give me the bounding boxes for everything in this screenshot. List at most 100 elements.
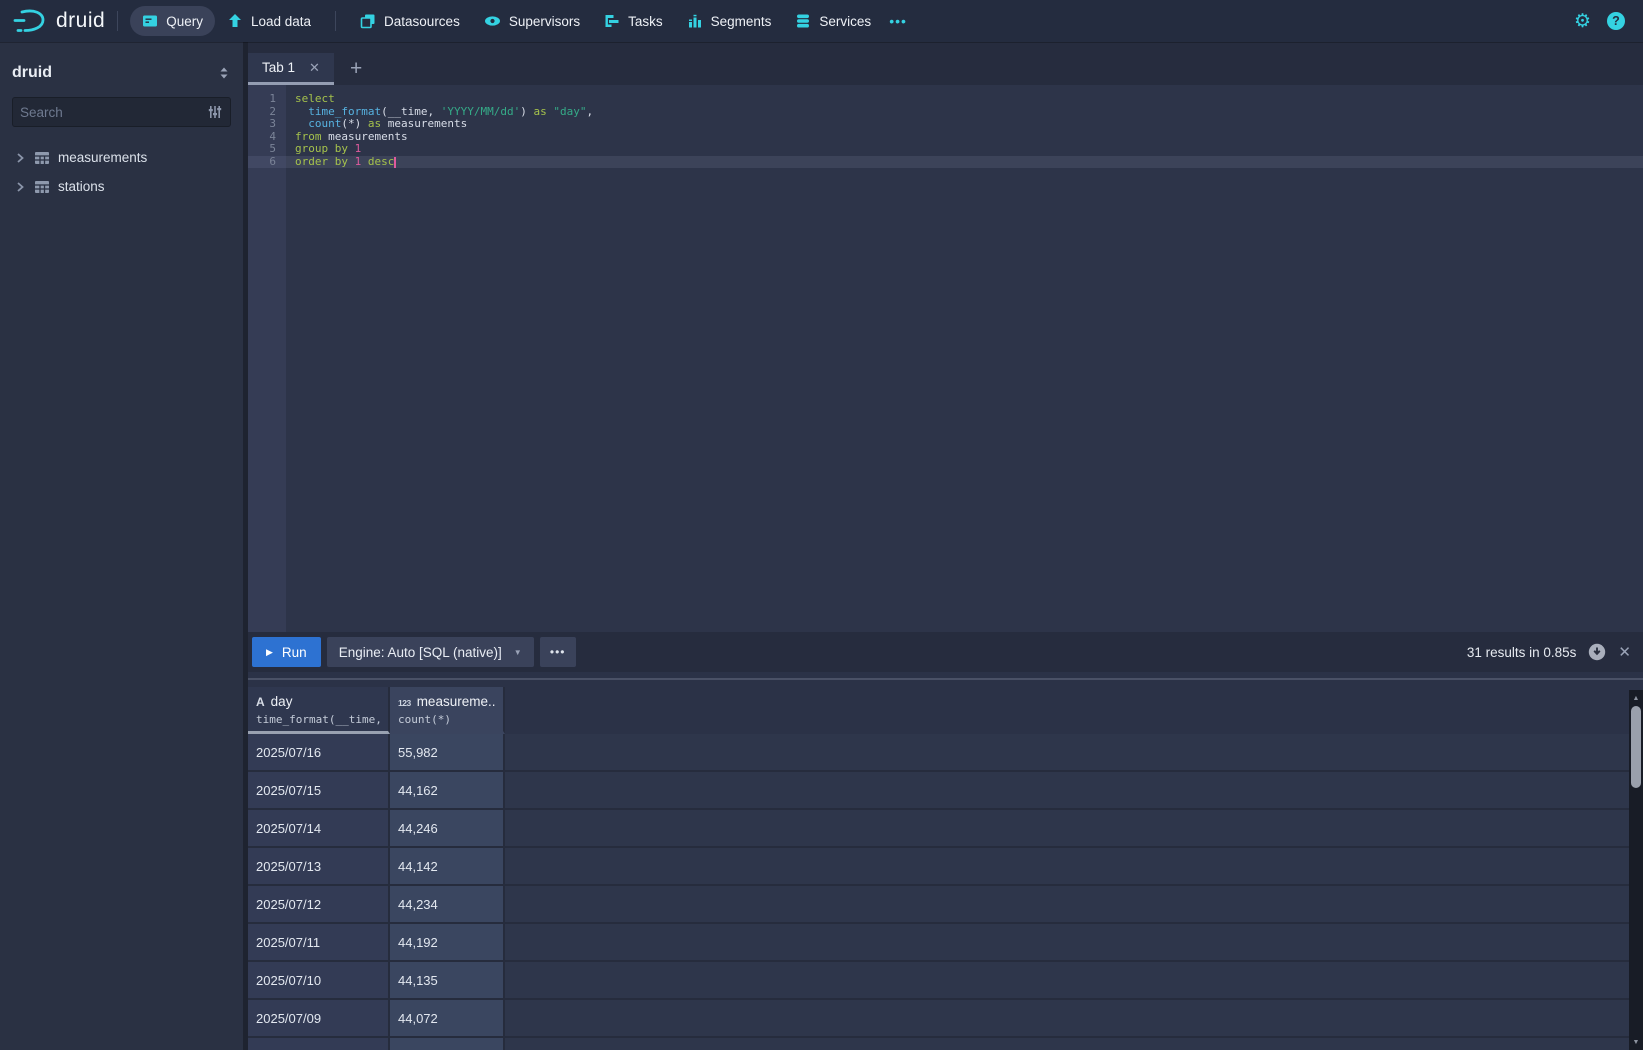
run-button[interactable]: ▶ Run xyxy=(252,637,321,667)
cell-day[interactable]: 2025/07/12 xyxy=(248,886,390,922)
code-line[interactable]: count(*) as measurements xyxy=(286,118,1643,131)
tree-item-label: measurements xyxy=(58,150,147,165)
chevron-right-icon[interactable] xyxy=(14,152,26,164)
cell-measurements xyxy=(390,1038,505,1050)
table-row: 2025/07/1344,142 xyxy=(248,848,1629,886)
search-box xyxy=(12,97,231,127)
nav-item-segments[interactable]: Segments xyxy=(675,6,784,36)
supervisors-icon xyxy=(484,13,501,29)
engine-select-button[interactable]: Engine: Auto [SQL (native)] ▼ xyxy=(327,637,534,667)
run-button-label: Run xyxy=(282,645,307,660)
druid-logo-icon xyxy=(12,6,48,36)
cell-day[interactable]: 2025/07/09 xyxy=(248,1000,390,1036)
table-row: 2025/07/1444,246 xyxy=(248,810,1629,848)
navbar-divider xyxy=(335,11,336,31)
cell-measurements[interactable]: 55,982 xyxy=(390,734,505,770)
datasource-tree: measurements stations xyxy=(12,143,231,201)
line-number: 5 xyxy=(248,143,286,156)
navbar-divider xyxy=(117,11,118,31)
table-icon xyxy=(34,151,50,165)
code-line[interactable]: time_format(__time, 'YYYY/MM/dd') as "da… xyxy=(286,106,1643,119)
results-header-row: A day time_format(__time,… 123 measureme… xyxy=(248,687,1629,734)
scroll-down-icon[interactable]: ▼ xyxy=(1629,1036,1643,1048)
search-input[interactable] xyxy=(20,105,207,120)
new-tab-button[interactable]: + xyxy=(334,53,378,85)
column-header-measurements[interactable]: 123 measureme... count(*) xyxy=(390,687,505,734)
cell-day[interactable]: 2025/07/10 xyxy=(248,962,390,998)
nav-item-label: Supervisors xyxy=(509,14,580,29)
nav-item-load-data[interactable]: Load data xyxy=(215,6,323,36)
results-body: 2025/07/1655,9822025/07/1544,1622025/07/… xyxy=(248,734,1629,1038)
nav-item-label: Load data xyxy=(251,14,311,29)
nav-more-button[interactable]: ••• xyxy=(883,13,913,29)
sidebar-item-stations[interactable]: stations xyxy=(12,172,231,201)
nav-item-label: Tasks xyxy=(628,14,663,29)
column-name: measureme... xyxy=(417,694,495,709)
navbar: druid Query Load data Datasources Superv… xyxy=(0,0,1643,42)
nav-item-tasks[interactable]: Tasks xyxy=(592,6,675,36)
nav-item-supervisors[interactable]: Supervisors xyxy=(472,6,592,36)
content-area: druid xyxy=(0,42,1643,1050)
cell-day[interactable]: 2025/07/16 xyxy=(248,734,390,770)
chevron-right-icon[interactable] xyxy=(14,181,26,193)
table-row: 2025/07/0944,072 xyxy=(248,1000,1629,1038)
cell-measurements[interactable]: 44,135 xyxy=(390,962,505,998)
cell-measurements[interactable]: 44,162 xyxy=(390,772,505,808)
sidebar-item-measurements[interactable]: measurements xyxy=(12,143,231,172)
code-line[interactable]: group by 1 xyxy=(286,143,1643,156)
cell-measurements[interactable]: 44,192 xyxy=(390,924,505,960)
vertical-scrollbar[interactable]: ▲ ▼ xyxy=(1629,690,1643,1050)
cell-day[interactable]: 2025/07/15 xyxy=(248,772,390,808)
row-filler xyxy=(505,1038,1629,1050)
row-filler xyxy=(505,734,1629,770)
close-results-icon[interactable]: ✕ xyxy=(1618,643,1631,661)
row-filler xyxy=(505,886,1629,922)
segments-icon xyxy=(687,13,703,29)
table-row: 2025/07/1544,162 xyxy=(248,772,1629,810)
datasources-icon xyxy=(360,13,376,29)
table-row: 2025/07/1655,982 xyxy=(248,734,1629,772)
tab-label: Tab 1 xyxy=(262,60,295,75)
code-line[interactable]: from measurements xyxy=(286,131,1643,144)
cell-measurements[interactable]: 44,234 xyxy=(390,886,505,922)
text-cursor xyxy=(394,157,396,168)
tab-close-icon[interactable]: ✕ xyxy=(309,60,320,76)
cell-measurements[interactable]: 44,142 xyxy=(390,848,505,884)
results-status: 31 results in 0.85s xyxy=(1467,645,1577,660)
engine-label: Engine: Auto [SQL (native)] xyxy=(339,645,502,660)
table-row: 2025/07/1244,234 xyxy=(248,886,1629,924)
query-more-button[interactable]: ••• xyxy=(540,637,576,667)
settings-gear-icon[interactable]: ⚙ xyxy=(1574,12,1591,31)
schema-title: druid xyxy=(12,64,217,82)
cell-day[interactable]: 2025/07/13 xyxy=(248,848,390,884)
scrollbar-thumb[interactable] xyxy=(1631,706,1641,788)
tab-bar: Tab 1 ✕ + xyxy=(248,42,1643,85)
scroll-up-icon[interactable]: ▲ xyxy=(1629,692,1643,704)
cell-measurements[interactable]: 44,246 xyxy=(390,810,505,846)
nav-item-datasources[interactable]: Datasources xyxy=(348,6,472,36)
tab-query-1[interactable]: Tab 1 ✕ xyxy=(248,53,334,85)
line-number: 1 xyxy=(248,93,286,106)
double-caret-vertical-icon[interactable] xyxy=(217,65,231,81)
table-icon xyxy=(34,180,50,194)
results-divider xyxy=(248,678,1643,680)
druid-logo[interactable]: druid xyxy=(12,6,105,36)
row-filler xyxy=(505,810,1629,846)
code-line[interactable]: order by 1 desc xyxy=(286,156,1643,169)
table-row: 2025/07/1044,135 xyxy=(248,962,1629,1000)
download-icon[interactable] xyxy=(1588,643,1606,661)
nav-item-query[interactable]: Query xyxy=(130,6,215,36)
play-icon: ▶ xyxy=(266,647,273,658)
column-header-day[interactable]: A day time_format(__time,… xyxy=(248,687,390,734)
nav-item-services[interactable]: Services xyxy=(783,6,883,36)
sql-editor[interactable]: 123456 select time_format(__time, 'YYYY/… xyxy=(248,85,1643,632)
cell-day[interactable]: 2025/07/11 xyxy=(248,924,390,960)
filter-sliders-icon[interactable] xyxy=(207,104,223,120)
cell-measurements[interactable]: 44,072 xyxy=(390,1000,505,1036)
cell-day[interactable]: 2025/07/14 xyxy=(248,810,390,846)
help-icon[interactable]: ? xyxy=(1607,12,1625,30)
nav-item-label: Query xyxy=(166,14,203,29)
code-lines[interactable]: select time_format(__time, 'YYYY/MM/dd')… xyxy=(286,85,1643,632)
row-filler xyxy=(505,848,1629,884)
brand-wordmark: druid xyxy=(56,9,105,33)
